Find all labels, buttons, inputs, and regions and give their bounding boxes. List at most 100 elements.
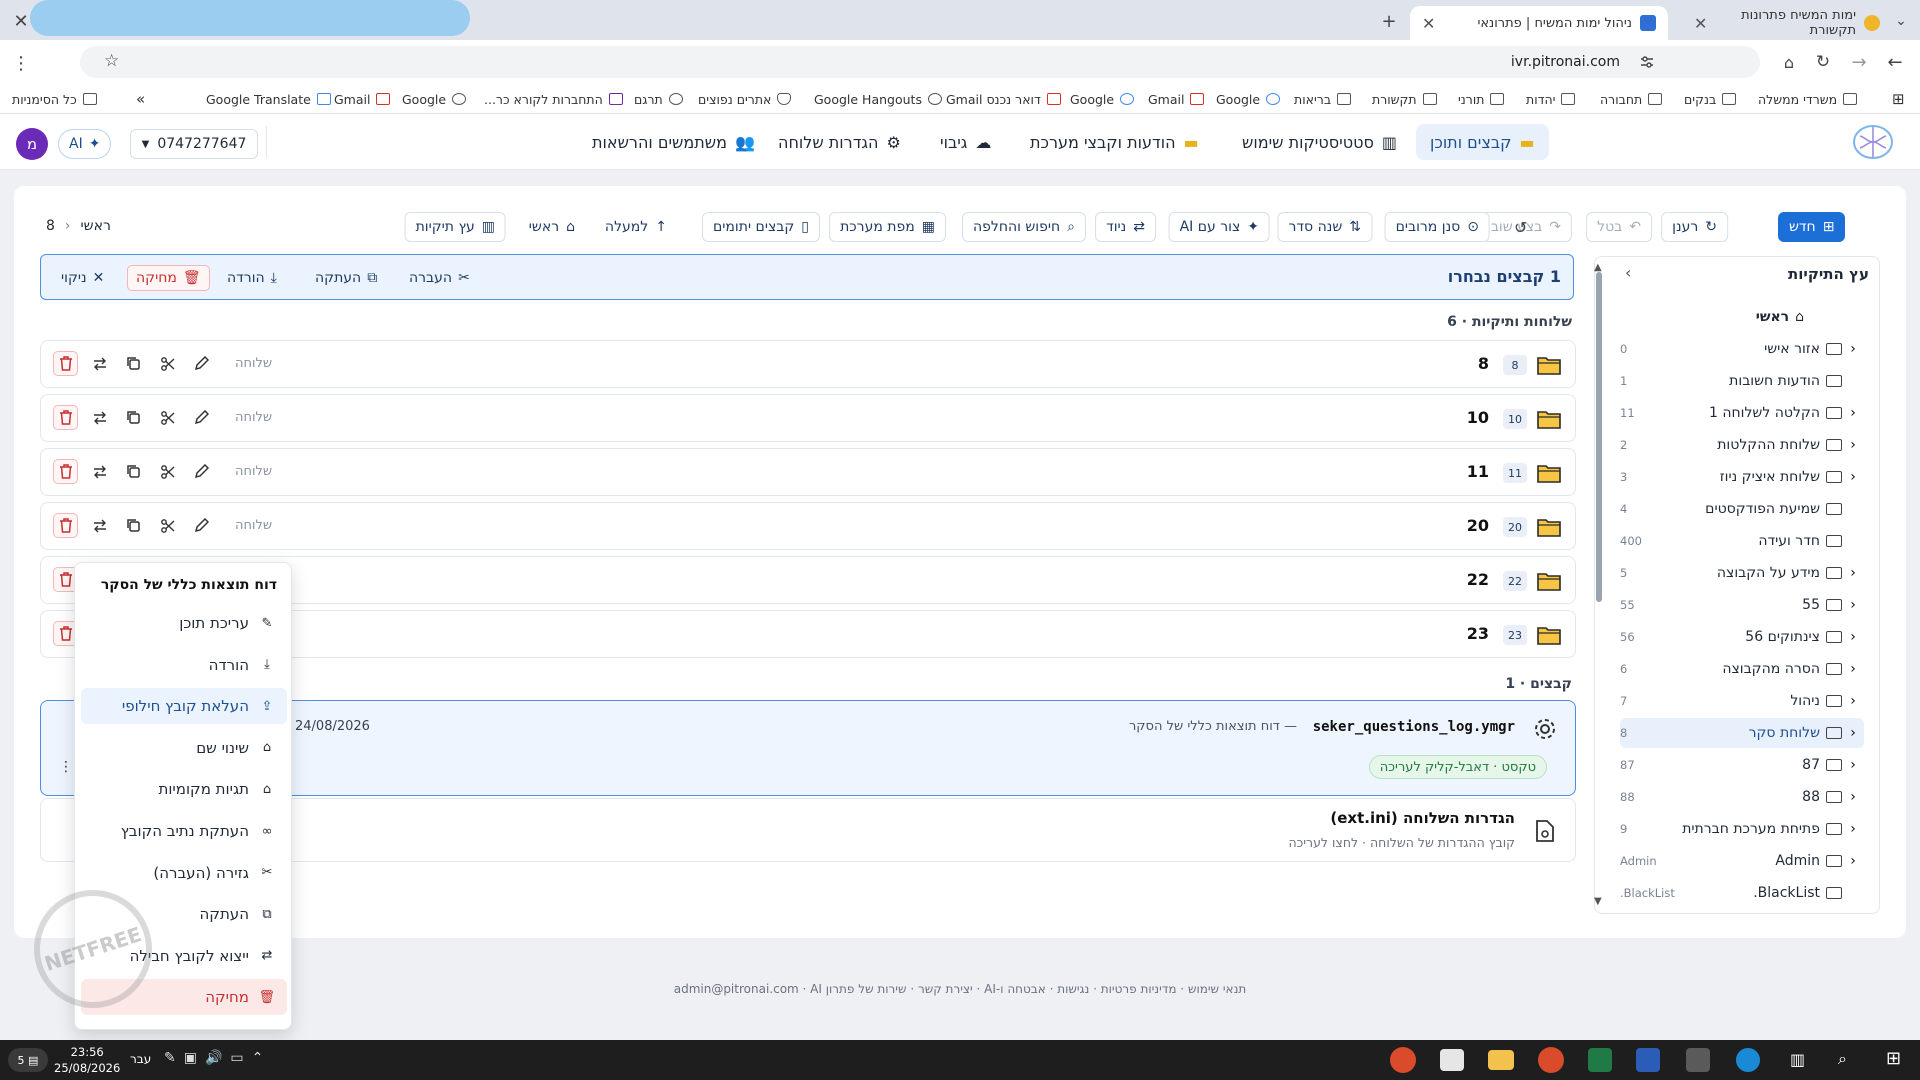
delete-button[interactable]: 🗑 מחיקה bbox=[127, 265, 210, 291]
footer-link[interactable]: נגישות bbox=[1057, 982, 1089, 996]
footer-link[interactable]: אבטחה ו-AI bbox=[984, 982, 1046, 996]
chevron-left-icon[interactable]: ‹ bbox=[1842, 853, 1864, 869]
bookmark-item[interactable]: תחבורה bbox=[1600, 90, 1663, 108]
pencil-icon[interactable] bbox=[189, 351, 214, 376]
site-settings-icon[interactable] bbox=[1638, 53, 1656, 71]
star-icon[interactable]: ☆ bbox=[104, 51, 119, 71]
chevron-left-icon[interactable]: ‹ bbox=[1842, 789, 1864, 805]
pencil-icon[interactable] bbox=[189, 459, 214, 484]
word-icon[interactable] bbox=[1636, 1048, 1660, 1072]
sidebar-tree-item[interactable]: ‹ הסרה מהקבוצה 6 bbox=[1620, 654, 1864, 684]
nav-backup[interactable]: ☁ גיבוי bbox=[926, 124, 1005, 160]
nav-statistics[interactable]: ▥ סטטיסטיקות שימוש bbox=[1228, 124, 1411, 160]
folder-row[interactable]: 8 8 שלוחה bbox=[40, 340, 1576, 388]
bookmark-item[interactable]: Google bbox=[1216, 90, 1281, 108]
scissors-icon[interactable] bbox=[155, 351, 180, 376]
bookmarks-more[interactable]: » bbox=[136, 90, 145, 108]
search-replace-button[interactable]: ⌕ חיפוש והחלפה bbox=[961, 212, 1086, 242]
more-dots-icon[interactable]: ⋮ bbox=[59, 759, 73, 775]
footer-link[interactable]: תנאי שימוש bbox=[1188, 982, 1246, 996]
sidebar-tree-item[interactable]: ‹ אזור אישי 0 bbox=[1620, 334, 1864, 364]
ai-create-button[interactable]: ✦ צור עם AI bbox=[1168, 212, 1270, 242]
sidebar-tree-item[interactable]: שמיעת הפודקסטים 4 bbox=[1620, 494, 1864, 524]
context-menu-item[interactable]: ⌂ תגיות מקומיות bbox=[81, 771, 287, 807]
copy-button[interactable]: ⧉ העתקה bbox=[307, 265, 385, 291]
reload-icon[interactable]: ↻ bbox=[1810, 49, 1836, 75]
footer-link[interactable]: יצירת קשר bbox=[918, 982, 973, 996]
bookmark-item[interactable]: Gmail bbox=[334, 90, 391, 108]
up-button[interactable]: ↑ למעלה bbox=[593, 212, 678, 242]
copy-icon[interactable] bbox=[121, 513, 146, 538]
move-button[interactable]: ✂ העברה bbox=[401, 265, 478, 291]
nav-files[interactable]: ▬ קבצים ותוכן bbox=[1416, 124, 1549, 160]
swap-icon[interactable] bbox=[87, 459, 112, 484]
bookmark-item[interactable]: Google Hangouts bbox=[814, 90, 942, 108]
context-menu-item[interactable]: ✂ גזירה (העברה) bbox=[81, 855, 287, 891]
sidebar-tree-item[interactable]: ‹ 88 88 bbox=[1620, 782, 1864, 812]
tab-close-icon[interactable]: ✕ bbox=[1422, 14, 1435, 33]
clock[interactable]: 23:56 25/08/2026 bbox=[54, 1044, 120, 1076]
copy-icon[interactable] bbox=[121, 405, 146, 430]
trash-icon[interactable] bbox=[53, 513, 78, 538]
context-menu-item[interactable]: ⤓ הורדה bbox=[81, 647, 287, 683]
chevron-left-icon[interactable]: ‹ bbox=[1842, 437, 1864, 453]
sidebar-tree-item[interactable]: BlackList. BlackList. bbox=[1620, 878, 1864, 908]
scissors-icon[interactable] bbox=[155, 405, 180, 430]
chevron-left-icon[interactable]: ‹ bbox=[1842, 469, 1864, 485]
chevron-left-icon[interactable]: ‹ bbox=[1842, 341, 1864, 357]
context-menu-item[interactable]: ⇪ העלאת קובץ חילופי bbox=[81, 688, 287, 725]
home-button[interactable]: ⌂ ראשי bbox=[517, 212, 586, 242]
bookmark-item[interactable]: בנקים bbox=[1684, 90, 1737, 108]
bookmark-item[interactable]: יהדות bbox=[1526, 90, 1576, 108]
sidebar-scrollbar[interactable] bbox=[1596, 272, 1602, 602]
sidebar-tree-item[interactable]: ‹ שלוחת ההקלטות 2 bbox=[1620, 430, 1864, 460]
ai-button[interactable]: AI ✦ bbox=[58, 129, 112, 159]
undo-button[interactable]: ↶ בטל bbox=[1586, 212, 1652, 242]
edge-icon[interactable] bbox=[1736, 1048, 1760, 1072]
notifications-icon[interactable]: 5 ▤ bbox=[8, 1048, 48, 1072]
tab-yemot[interactable]: ימות המשיח פתרונות תקשורת ✕ bbox=[1682, 6, 1892, 40]
refresh-button[interactable]: ↻ רענן bbox=[1661, 212, 1728, 242]
chevron-left-icon[interactable]: ‹ bbox=[1842, 693, 1864, 709]
tab-pitronai[interactable]: ניהול ימות המשיח | פתרונאי ✕ bbox=[1410, 6, 1668, 40]
folder-row[interactable]: 20 20 שלוחה bbox=[40, 502, 1576, 550]
bookmark-item[interactable]: תורני bbox=[1458, 90, 1505, 108]
context-menu-item[interactable]: ⌂ שינוי שם bbox=[81, 730, 287, 766]
sidebar-tree-item[interactable]: ‹ שלוחת סקר 8 bbox=[1620, 718, 1864, 748]
navigate-button[interactable]: ⇄ ניוד bbox=[1095, 212, 1156, 242]
sidebar-tree-item[interactable]: ‹ ניהול 7 bbox=[1620, 686, 1864, 716]
tree-root[interactable]: ⌂ ראשי bbox=[1620, 302, 1864, 332]
sidebar-tree-item[interactable]: הודעות חשובות 1 bbox=[1620, 366, 1864, 396]
file-explorer-icon[interactable] bbox=[1488, 1050, 1514, 1070]
swap-icon[interactable] bbox=[87, 351, 112, 376]
trash-icon[interactable] bbox=[53, 405, 78, 430]
search-icon[interactable]: ⌕ bbox=[1838, 1049, 1847, 1069]
tab-search-chevron-icon[interactable]: ⌄ bbox=[1888, 8, 1914, 34]
windows-start-icon[interactable]: ⊞ bbox=[1886, 1048, 1901, 1069]
bookmark-item[interactable]: Google Translate bbox=[206, 90, 331, 108]
sidebar-tree-item[interactable]: ‹ הקלטה לשלוחה 1 11 bbox=[1620, 398, 1864, 428]
bookmark-item[interactable]: Google bbox=[1070, 90, 1135, 108]
orphan-files-button[interactable]: ▯ קבצים יתומים bbox=[702, 212, 820, 242]
sidebar-tree-item[interactable]: ‹ מידע על הקבוצה 5 bbox=[1620, 558, 1864, 588]
copy-icon[interactable] bbox=[121, 459, 146, 484]
sidebar-tree-item[interactable]: ‹ 87 87 bbox=[1620, 750, 1864, 780]
breadcrumb-root[interactable]: ראשי bbox=[81, 218, 111, 234]
pencil-icon[interactable] bbox=[189, 405, 214, 430]
back-icon[interactable]: ← bbox=[1882, 49, 1908, 75]
history-icon[interactable]: ↺ bbox=[1514, 218, 1527, 237]
language-indicator[interactable]: עבר bbox=[130, 1052, 151, 1066]
scroll-down-icon[interactable]: ▼ bbox=[1594, 896, 1602, 907]
pencil-icon[interactable] bbox=[189, 513, 214, 538]
sidebar-tree-item[interactable]: ‹ 55 55 bbox=[1620, 590, 1864, 620]
home-icon[interactable]: ⌂ bbox=[1776, 49, 1802, 75]
footer-link[interactable]: מדיניות פרטיות bbox=[1101, 982, 1177, 996]
address-bar[interactable]: ☆ ivr.pitronai.com bbox=[80, 46, 1760, 78]
trash-icon[interactable] bbox=[53, 351, 78, 376]
sidebar-tree-item[interactable]: ‹ צינתוקים 56 56 bbox=[1620, 622, 1864, 652]
chevron-left-icon[interactable]: ‹ bbox=[1842, 405, 1864, 421]
nav-ext-settings[interactable]: ⚙ הגדרות שלוחה bbox=[764, 124, 915, 160]
photos-icon[interactable] bbox=[1440, 1049, 1464, 1071]
chevron-left-icon[interactable]: ‹ bbox=[1842, 565, 1864, 581]
clear-button[interactable]: ✕ ניקוי bbox=[53, 265, 112, 291]
